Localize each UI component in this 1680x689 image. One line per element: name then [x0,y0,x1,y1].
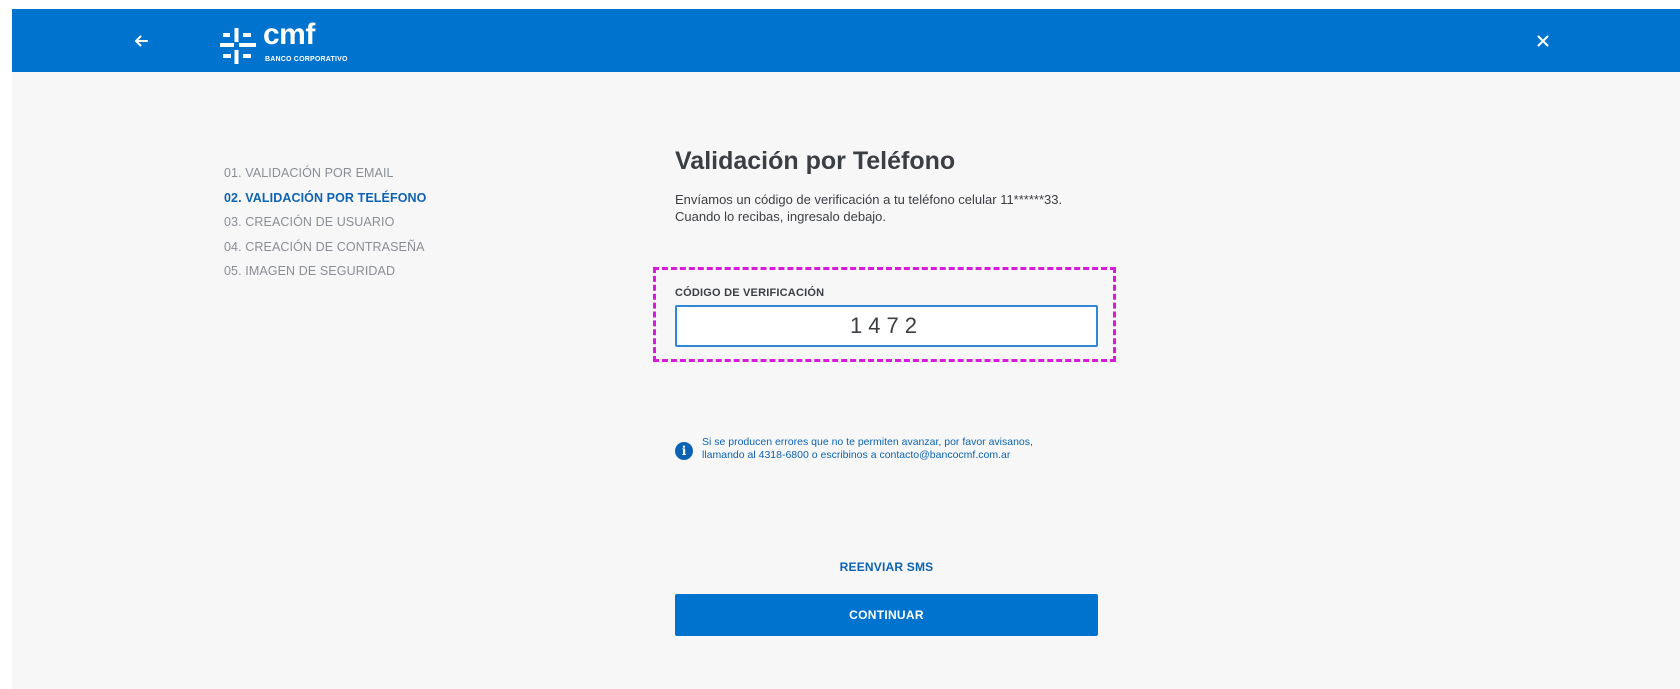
brand-subtitle: BANCO CORPORATIVO [265,56,348,63]
verification-code-label: CÓDIGO DE VERIFICACIÓN [675,287,825,299]
info-line-1: Si se producen errores que no te permite… [702,436,1033,448]
page: cmf BANCO CORPORATIVO 01. VALIDACIÓN POR… [12,9,1680,689]
close-icon [1537,35,1549,47]
resend-sms-link[interactable]: REENVIAR SMS [675,560,1098,574]
description: Envíamos un código de verificación a tu … [675,191,1145,225]
page-title: Validación por Teléfono [675,147,956,175]
step-imagen-seguridad: 05. IMAGEN DE SEGURIDAD [224,264,396,278]
description-line-2: Cuando lo recibas, ingresalo debajo. [675,209,887,224]
cmf-logo-icon [220,28,256,64]
step-validacion-email: 01. VALIDACIÓN POR EMAIL [224,166,394,180]
brand-logo: cmf BANCO CORPORATIVO [220,16,380,66]
info-text: Si se producen errores que no te permite… [702,436,1102,462]
brand-name: cmf [263,18,315,51]
top-bar: cmf BANCO CORPORATIVO [12,9,1680,72]
step-creacion-usuario: 03. CREACIÓN DE USUARIO [224,215,395,229]
info-line-2: llamando al 4318-6800 o escribinos a con… [702,449,1011,461]
info-icon: i [675,442,693,460]
steps-list: 01. VALIDACIÓN POR EMAIL 02. VALIDACIÓN … [224,161,427,284]
close-button[interactable] [1530,28,1556,54]
back-button[interactable] [128,28,154,54]
step-creacion-contrasena: 04. CREACIÓN DE CONTRASEÑA [224,239,425,254]
step-validacion-telefono: 02. VALIDACIÓN POR TELÉFONO [224,190,427,205]
arrow-left-icon [135,35,148,47]
verification-code-input[interactable] [675,305,1098,347]
description-line-1: Envíamos un código de verificación a tu … [675,192,1063,207]
continue-button[interactable]: CONTINUAR [675,594,1098,636]
